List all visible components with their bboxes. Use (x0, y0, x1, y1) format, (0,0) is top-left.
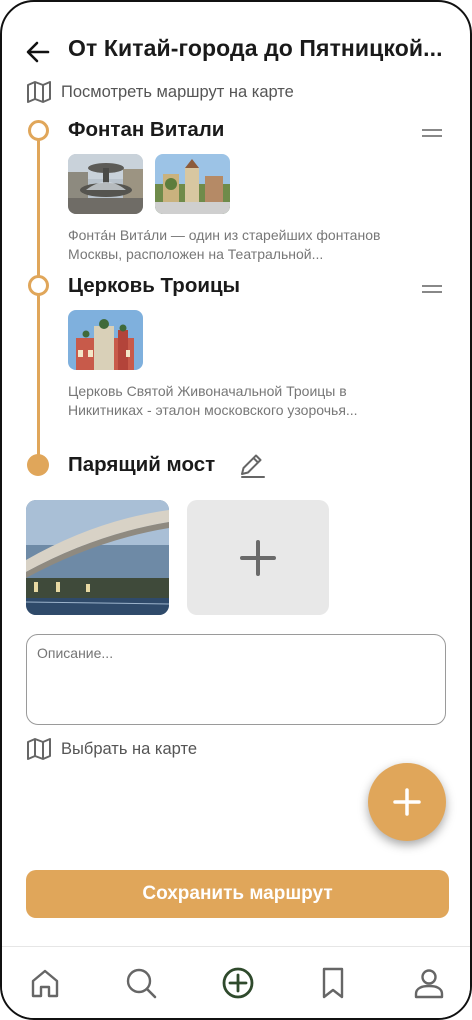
plus-icon (240, 539, 276, 576)
page-title: От Китай-города до Пятницкой... (68, 35, 443, 61)
stop-photo[interactable] (68, 310, 143, 370)
drag-handle-icon[interactable] (422, 129, 442, 137)
plus-icon (393, 788, 421, 816)
save-route-button[interactable]: Сохранить маршрут (26, 870, 449, 918)
stop-photo[interactable] (68, 154, 143, 214)
nav-search[interactable] (123, 965, 159, 1001)
choose-on-map-label: Выбрать на карте (61, 739, 198, 758)
map-icon (27, 738, 51, 760)
add-circle-icon (222, 967, 254, 999)
search-icon (126, 968, 157, 999)
stop-description-line: Никитниках - эталон московского узорочья… (68, 402, 358, 418)
stop-description: Церковь Святой Живоначальной Троицы в Ни… (68, 382, 428, 420)
choose-on-map-link[interactable]: Выбрать на карте (26, 737, 197, 761)
stop-description-line: Фонта́н Вита́ли — один из старейших фонт… (68, 227, 381, 243)
current-stop-title: Парящий мост (68, 453, 216, 476)
stop-title[interactable]: Фонтан Витали (68, 118, 224, 142)
nav-profile[interactable] (411, 965, 447, 1001)
stop-title[interactable]: Церковь Троицы (68, 274, 240, 298)
drag-handle-icon[interactable] (422, 285, 442, 293)
bookmark-icon (322, 967, 344, 999)
nav-saved[interactable] (315, 965, 351, 1001)
nav-home[interactable] (27, 965, 63, 1001)
route-timeline-line (37, 138, 40, 464)
bottom-navigation (2, 946, 470, 1018)
add-photo-button[interactable] (187, 500, 329, 615)
current-stop-marker (27, 454, 49, 476)
home-icon (31, 969, 59, 998)
stop-description: Фонта́н Вита́ли — один из старейших фонт… (68, 226, 428, 264)
view-route-map-link[interactable]: Посмотреть маршрут на карте (26, 80, 294, 104)
stop-marker (28, 120, 49, 141)
view-route-map-label: Посмотреть маршрут на карте (61, 82, 294, 101)
map-icon (27, 81, 51, 103)
phone-screen: От Китай-города до Пятницкой... Посмотре… (0, 0, 472, 1020)
profile-icon (414, 969, 444, 999)
description-input[interactable] (26, 634, 446, 725)
stop-description-line: Москвы, расположен на Театральной... (68, 246, 324, 262)
stop-photo[interactable] (155, 154, 230, 214)
add-stop-button[interactable] (368, 763, 446, 841)
stop-description-line: Церковь Святой Живоначальной Троицы в (68, 383, 347, 399)
nav-create[interactable] (220, 965, 256, 1001)
arrow-left-icon[interactable] (24, 38, 52, 66)
stop-marker (28, 275, 49, 296)
pencil-icon[interactable] (238, 453, 266, 479)
current-stop-photo[interactable] (26, 500, 169, 615)
